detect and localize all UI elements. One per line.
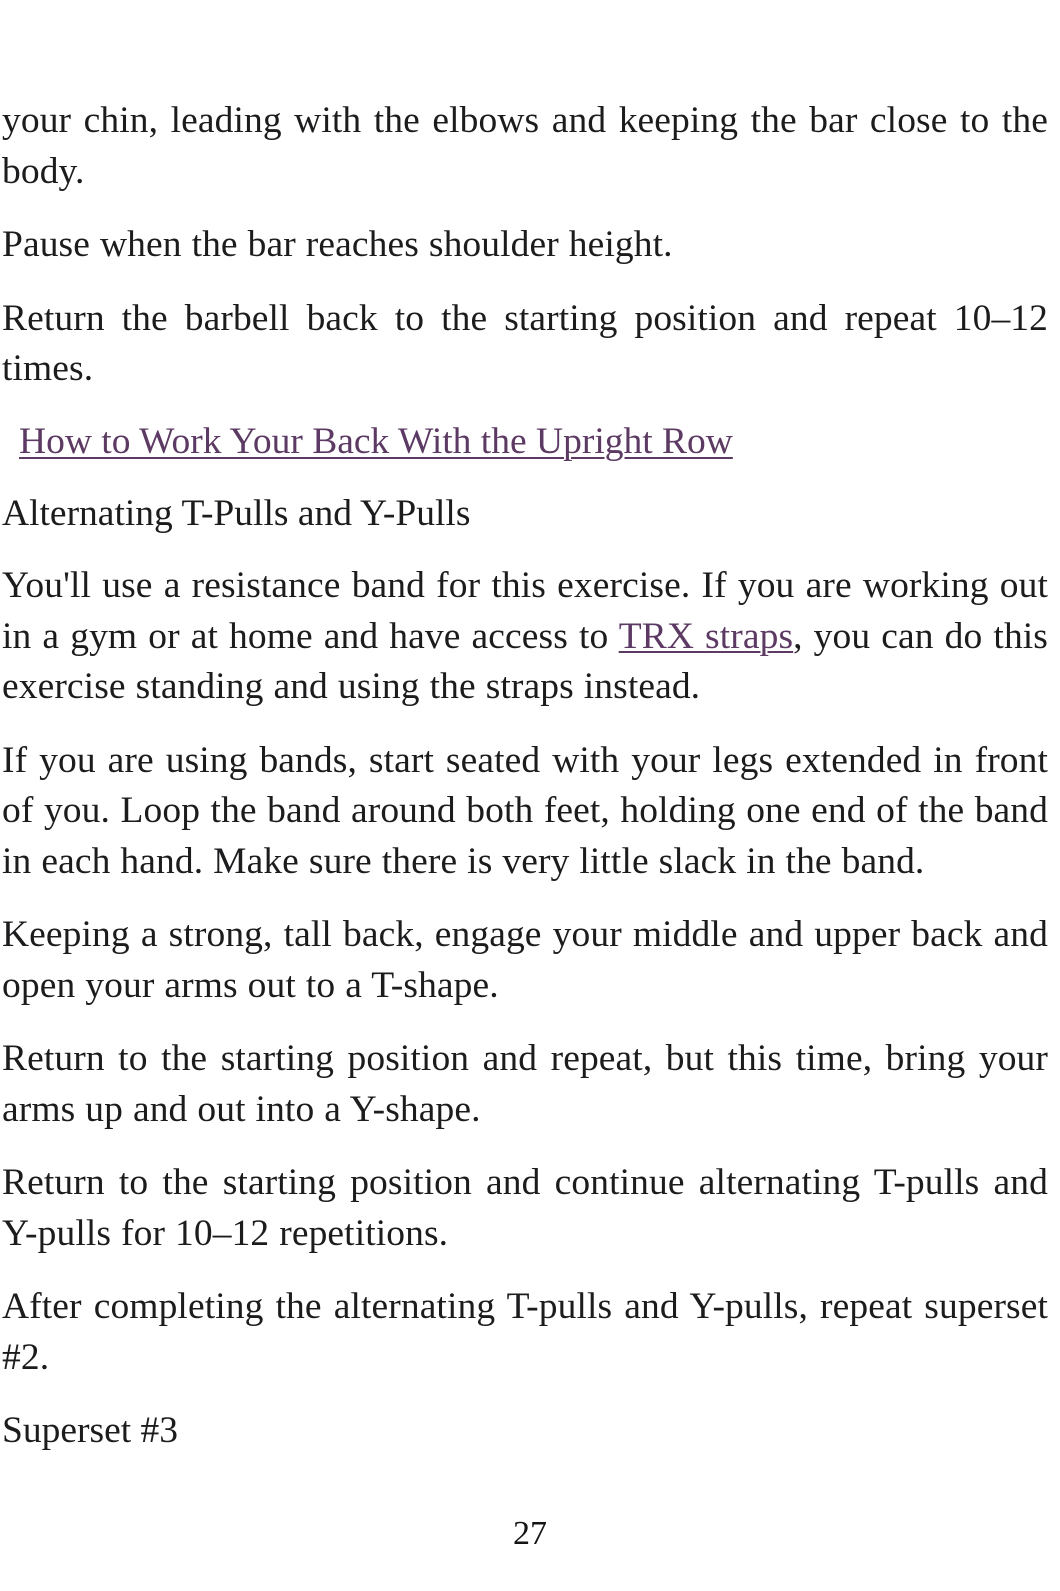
superset-label-3: Superset #3 — [2, 1410, 179, 1451]
trx-straps-link[interactable]: TRX straps — [619, 616, 793, 657]
section-heading-link-upright-row[interactable]: How to Work Your Back With the Upright R… — [19, 421, 733, 462]
page-number: 27 — [513, 1515, 547, 1552]
paragraph-pause-shoulder-height: Pause when the bar reaches shoulder heig… — [2, 224, 673, 265]
paragraph-return-barbell: Return the barbell back to the starting … — [2, 297, 1048, 390]
paragraph-alternating-repetitions: Return to the starting position and cont… — [2, 1162, 1048, 1254]
paragraph-repeat-superset-2: After completing the alternating T-pulls… — [2, 1286, 1048, 1378]
page-content: your chin, leading with the elbows and k… — [2, 96, 1048, 1457]
book-page: your chin, leading with the elbows and k… — [0, 0, 1060, 1591]
section-heading: How to Work Your Back With the Upright R… — [2, 417, 1048, 467]
paragraph-y-shape: Return to the starting position and repe… — [2, 1038, 1048, 1130]
exercise-subheading-alternating-pulls: Alternating T-Pulls and Y-Pulls — [2, 492, 471, 534]
paragraph-continued-chin: your chin, leading with the elbows and k… — [2, 100, 1048, 192]
paragraph-strong-tall-back: Keeping a strong, tall back, engage your… — [2, 914, 1048, 1006]
paragraph-resistance-band: You'll use a resistance band for this ex… — [2, 561, 1048, 713]
paragraph-using-bands: If you are using bands, start seated wit… — [2, 739, 1048, 882]
